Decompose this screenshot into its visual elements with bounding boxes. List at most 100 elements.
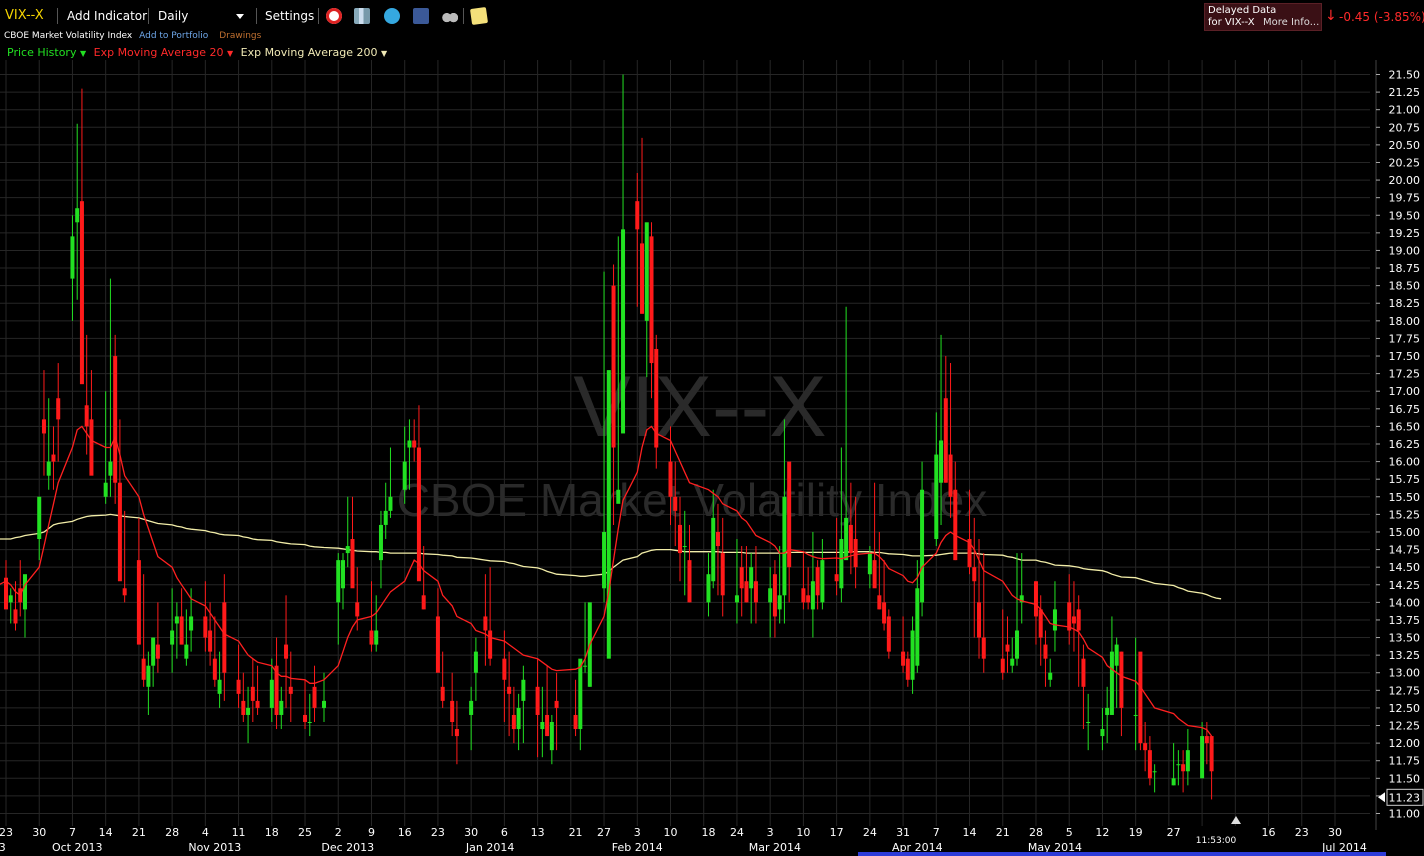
- candle-body: [545, 714, 550, 737]
- candle: [222, 574, 227, 701]
- candle: [1143, 722, 1148, 772]
- books-icon[interactable]: [354, 8, 370, 24]
- candle-body: [540, 722, 545, 730]
- note-icon[interactable]: [469, 6, 489, 26]
- candle: [56, 363, 61, 462]
- candle: [70, 215, 75, 321]
- candle-body: [1152, 771, 1157, 773]
- chevron-down-icon[interactable]: ▼: [80, 49, 86, 58]
- candle: [37, 496, 42, 561]
- candle-body: [70, 236, 75, 279]
- scroll-indicator[interactable]: [858, 852, 1386, 856]
- chart-watermark: VIX--X CBOE Market Volatility Index: [397, 359, 988, 526]
- candle: [886, 609, 891, 659]
- y-tick-label: 21.50: [1389, 69, 1421, 82]
- y-tick-label: 12.75: [1389, 684, 1421, 697]
- candle: [108, 278, 113, 497]
- settings-button[interactable]: Settings: [265, 9, 314, 23]
- candle-body: [1114, 644, 1119, 666]
- candle-body: [41, 419, 46, 434]
- x-day-label: 16: [398, 826, 412, 839]
- chevron-down-icon[interactable]: ▼: [227, 49, 233, 58]
- candle-body: [75, 208, 80, 223]
- candle: [284, 595, 289, 708]
- candle-body: [189, 616, 194, 631]
- candle: [734, 539, 739, 624]
- x-day-label: 7: [69, 826, 76, 839]
- candle: [1138, 651, 1143, 751]
- add-indicator-button[interactable]: Add Indicator: [67, 9, 147, 23]
- more-info-link[interactable]: More Info...: [1263, 17, 1319, 28]
- candle-body: [853, 539, 858, 568]
- candle: [844, 306, 849, 561]
- candle-body: [635, 201, 640, 230]
- x-day-label: 3: [767, 826, 774, 839]
- candle: [41, 370, 46, 476]
- candle-body: [621, 229, 626, 434]
- candle: [1171, 743, 1176, 786]
- binoculars-icon[interactable]: [442, 8, 458, 24]
- candle-body: [117, 482, 122, 582]
- x-day-label: 21: [132, 826, 146, 839]
- y-tick-label: 15.50: [1389, 491, 1421, 504]
- candle-body: [51, 454, 56, 462]
- legend-ema20[interactable]: Exp Moving Average 20: [94, 46, 224, 59]
- chevron-down-icon[interactable]: ▼: [381, 49, 387, 58]
- candle-body: [616, 489, 621, 504]
- x-month-label: Jan 2014: [465, 841, 514, 854]
- candle-body: [284, 644, 289, 659]
- y-tick-label: 12.50: [1389, 702, 1421, 715]
- candle-body: [1109, 651, 1114, 715]
- candle-body: [103, 482, 108, 497]
- candle: [440, 651, 445, 708]
- add-to-portfolio-link[interactable]: Add to Portfolio: [139, 31, 208, 41]
- candle: [274, 637, 279, 730]
- facebook-icon[interactable]: [413, 8, 429, 24]
- symbol-label[interactable]: VIX--X: [5, 8, 44, 23]
- candle-body: [184, 644, 189, 659]
- y-tick-label: 18.00: [1389, 315, 1421, 328]
- x-day-label: 23: [0, 826, 13, 839]
- candle: [549, 714, 554, 765]
- candle-body: [1038, 609, 1043, 638]
- candle-body: [1138, 651, 1143, 744]
- x-day-label: 17: [830, 826, 844, 839]
- down-arrow-icon: ↓: [1325, 8, 1337, 24]
- candle: [772, 560, 777, 638]
- x-day-label: 10: [664, 826, 678, 839]
- candle: [1043, 630, 1048, 687]
- candle-body: [744, 581, 749, 603]
- candle: [1100, 707, 1105, 751]
- candle-body: [734, 595, 739, 603]
- candle-body: [141, 658, 146, 680]
- alarm-clock-icon[interactable]: [326, 8, 342, 24]
- candle-body: [910, 630, 915, 680]
- legend-ema200[interactable]: Exp Moving Average 200: [241, 46, 378, 59]
- candle: [706, 553, 711, 617]
- x-day-label: 31: [896, 826, 910, 839]
- candle-body: [1043, 644, 1048, 659]
- candle-body: [578, 658, 583, 730]
- drawings-link[interactable]: Drawings: [219, 31, 261, 41]
- candle: [136, 517, 141, 645]
- candle: [1033, 581, 1038, 645]
- candle: [340, 553, 345, 610]
- legend-price-history[interactable]: Price History: [7, 46, 76, 59]
- price-chart[interactable]: VIX--X CBOE Market Volatility Index 11.0…: [0, 60, 1424, 856]
- candle-body: [1076, 609, 1081, 631]
- delayed-data-notice[interactable]: Delayed Data for VIX--X More Info...: [1204, 3, 1322, 31]
- x-day-label: 28: [1029, 826, 1043, 839]
- candle-body: [312, 686, 317, 708]
- candle: [535, 658, 540, 758]
- candle: [483, 574, 488, 666]
- y-tick-label: 14.00: [1389, 596, 1421, 609]
- y-tick-label: 15.75: [1389, 473, 1421, 486]
- twitter-icon[interactable]: [384, 8, 400, 24]
- x-day-label: 28: [165, 826, 179, 839]
- interval-select[interactable]: Daily: [154, 6, 250, 26]
- candle-body: [1000, 658, 1005, 673]
- time-label: 11:53:00: [1196, 836, 1237, 846]
- candle-body: [753, 581, 758, 603]
- y-tick-label: 16.50: [1389, 420, 1421, 433]
- candle-body: [649, 236, 654, 364]
